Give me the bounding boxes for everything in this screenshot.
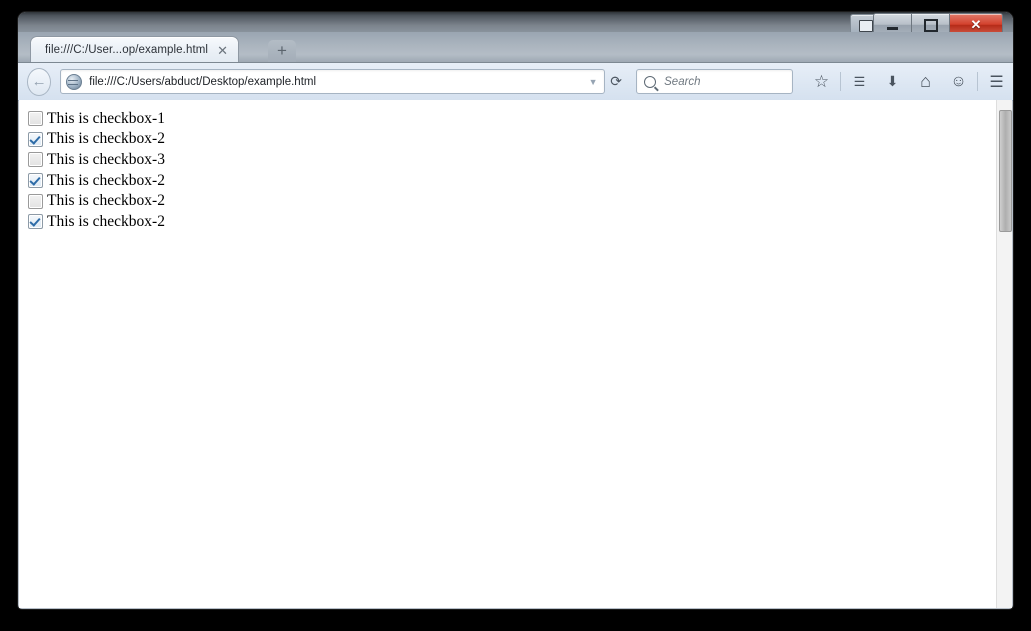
window-switcher-box-primary <box>859 20 873 32</box>
hamburger-menu-icon[interactable]: ☰ <box>980 69 1013 95</box>
checkbox-unchecked-icon[interactable] <box>28 193 43 209</box>
search-box[interactable]: Search <box>636 69 793 94</box>
checkbox-list: This is checkbox-1 This is checkbox-2 This… <box>19 100 1012 232</box>
checkbox-checked-icon[interactable] <box>28 214 43 230</box>
checkbox-row[interactable]: This is checkbox-1 <box>28 108 1012 129</box>
vertical-scrollbar[interactable] <box>996 100 1012 608</box>
globe-icon <box>66 73 83 90</box>
tab-close-icon[interactable]: ✕ <box>217 44 228 57</box>
checkbox-label: This is checkbox-1 <box>47 109 165 127</box>
checkbox-label: This is checkbox-2 <box>47 192 165 210</box>
toolbar-divider-2 <box>977 72 978 91</box>
checkbox-checked-icon[interactable] <box>28 131 43 147</box>
checkbox-unchecked-icon[interactable] <box>28 110 43 126</box>
navigation-toolbar: ← file:///C:/Users/abduct/Desktop/exampl… <box>18 62 1013 101</box>
checkbox-label: This is checkbox-2 <box>47 213 165 231</box>
back-button[interactable]: ← <box>27 67 52 96</box>
checkbox-label: This is checkbox-3 <box>47 150 165 168</box>
toolbar-divider-1 <box>840 72 841 91</box>
checkbox-row[interactable]: This is checkbox-3 <box>28 149 1012 170</box>
home-icon[interactable]: ⌂ <box>909 69 942 95</box>
scrollbar-thumb[interactable] <box>999 110 1012 232</box>
feedback-smiley-icon[interactable]: ☺ <box>942 69 975 95</box>
new-tab-button[interactable]: + <box>268 40 296 62</box>
checkbox-row[interactable]: This is checkbox-2 <box>28 211 1012 232</box>
tab-strip: file:///C:/User...op/example.html ✕ + <box>18 32 1013 63</box>
back-arrow-icon: ← <box>31 73 47 90</box>
address-bar-text: file:///C:/Users/abduct/Desktop/example.… <box>89 75 317 88</box>
reload-button[interactable]: ⟳ <box>605 73 627 90</box>
toolbar-buttons: ☆ ☰ ⬇ ⌂ ☺ ☰ <box>805 63 1013 100</box>
browser-window: ✕ file:///C:/User...op/example.html ✕ + … <box>18 12 1013 609</box>
checkbox-row[interactable]: This is checkbox-2 <box>28 170 1012 191</box>
reader-list-icon[interactable]: ☰ <box>843 69 876 95</box>
checkbox-checked-icon[interactable] <box>28 172 43 188</box>
tab-title: file:///C:/User...op/example.html <box>45 44 209 56</box>
search-placeholder: Search <box>664 75 701 88</box>
checkbox-label: This is checkbox-2 <box>47 171 165 189</box>
download-icon[interactable]: ⬇ <box>876 69 909 95</box>
close-icon: ✕ <box>970 17 982 32</box>
address-bar[interactable]: file:///C:/Users/abduct/Desktop/example.… <box>60 69 606 94</box>
minimize-icon <box>887 26 898 30</box>
page-content: This is checkbox-1 This is checkbox-2 This… <box>19 100 1012 608</box>
tab-example-html[interactable]: file:///C:/User...op/example.html ✕ <box>30 36 239 63</box>
maximize-icon <box>923 18 938 32</box>
checkbox-row[interactable]: This is checkbox-2 <box>28 129 1012 150</box>
bookmark-star-icon[interactable]: ☆ <box>805 69 838 95</box>
search-icon <box>644 75 657 88</box>
checkbox-label: This is checkbox-2 <box>47 130 165 148</box>
chevron-down-icon[interactable]: ▼ <box>582 77 604 87</box>
checkbox-row[interactable]: This is checkbox-2 <box>28 191 1012 212</box>
checkbox-unchecked-icon[interactable] <box>28 152 43 168</box>
